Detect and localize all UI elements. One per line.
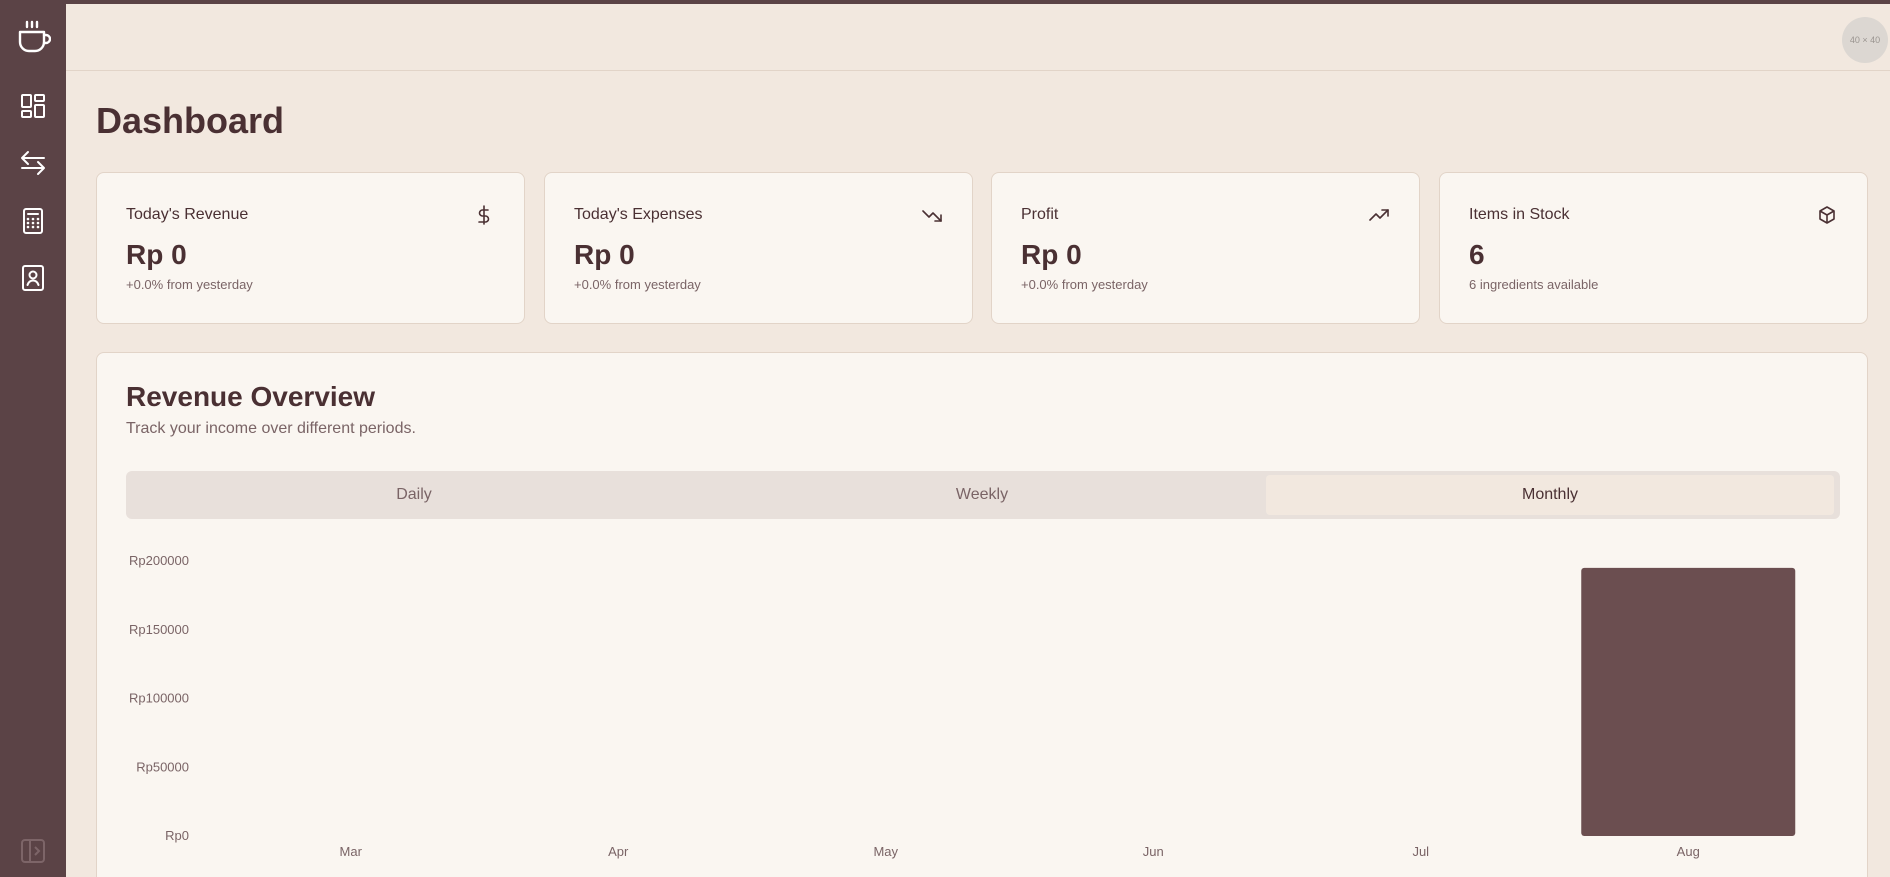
trending-down-icon [922,210,942,222]
stock-card: Items in Stock 6 6 ingredients available [1439,172,1868,324]
sidebar-collapse-button[interactable] [20,838,46,864]
dashboard-grid-icon [21,94,45,118]
tab-monthly[interactable]: Monthly [1266,475,1834,515]
coffee-cup-icon[interactable] [14,18,52,56]
revenue-bar-chart: Rp0 Rp50000 Rp100000 Rp150000 Rp200000 Mar Apr… [97,549,1869,877]
top-header: 40 × 40 [66,4,1890,71]
y-tick-label: Rp150000 [129,622,189,637]
x-tick-label: Apr [608,844,629,859]
tab-weekly[interactable]: Weekly [698,475,1266,515]
card-title: Today's Expenses [574,206,703,223]
chart-svg: Rp0 Rp50000 Rp100000 Rp150000 Rp200000 Mar Apr… [129,553,1796,859]
card-title: Today's Revenue [126,206,249,223]
card-value: Rp 0 [126,239,187,270]
x-tick-label: Jul [1412,844,1429,859]
dollar-icon [478,205,490,225]
overview-description: Track your income over different periods… [126,420,416,437]
card-subtext: +0.0% from yesterday [1021,277,1148,292]
x-tick-label: Jun [1143,844,1164,859]
transactions-arrows-icon [21,151,45,175]
contacts-book-icon [22,265,44,291]
card-title: Items in Stock [1469,206,1570,223]
y-tick-label: Rp0 [165,828,189,843]
card-subtext: +0.0% from yesterday [574,277,701,292]
top-border [0,0,1890,4]
sidebar-item-dashboard[interactable] [17,90,49,122]
profit-card: Profit Rp 0 +0.0% from yesterday [991,172,1420,324]
x-tick-label: Mar [340,844,363,859]
calculator-icon [23,208,43,234]
card-subtext: +0.0% from yesterday [126,277,253,292]
y-tick-label: Rp200000 [129,553,189,568]
stat-cards: Today's Revenue Rp 0 +0.0% from yesterda… [96,172,1868,324]
sidebar-item-transactions[interactable] [17,147,49,179]
card-subtext: 6 ingredients available [1469,277,1599,292]
sidebar-collapse-icon [21,839,45,863]
tab-daily[interactable]: Daily [130,475,698,515]
x-tick-label: Aug [1677,844,1700,859]
y-tick-label: Rp50000 [136,759,189,774]
card-value: Rp 0 [1021,239,1082,270]
overview-title: Revenue Overview [126,381,376,412]
x-tick-label: May [873,844,898,859]
sidebar-item-calculator[interactable] [17,205,49,237]
revenue-overview-card: Revenue Overview Track your income over … [96,352,1868,877]
revenue-card: Today's Revenue Rp 0 +0.0% from yesterda… [96,172,525,324]
sidebar-item-contacts[interactable] [17,262,49,294]
sidebar [0,0,66,877]
card-value: Rp 0 [574,239,635,270]
period-tabs: Daily Weekly Monthly [126,471,1840,519]
y-tick-label: Rp100000 [129,691,189,706]
page-title: Dashboard [96,100,285,141]
card-title: Profit [1021,206,1059,223]
trending-up-icon [1369,209,1389,221]
chart-bar[interactable] [1581,567,1796,836]
expenses-card: Today's Expenses Rp 0 +0.0% from yesterd… [544,172,973,324]
package-icon [1819,206,1835,224]
avatar[interactable]: 40 × 40 [1842,17,1888,63]
card-value: 6 [1469,239,1485,270]
